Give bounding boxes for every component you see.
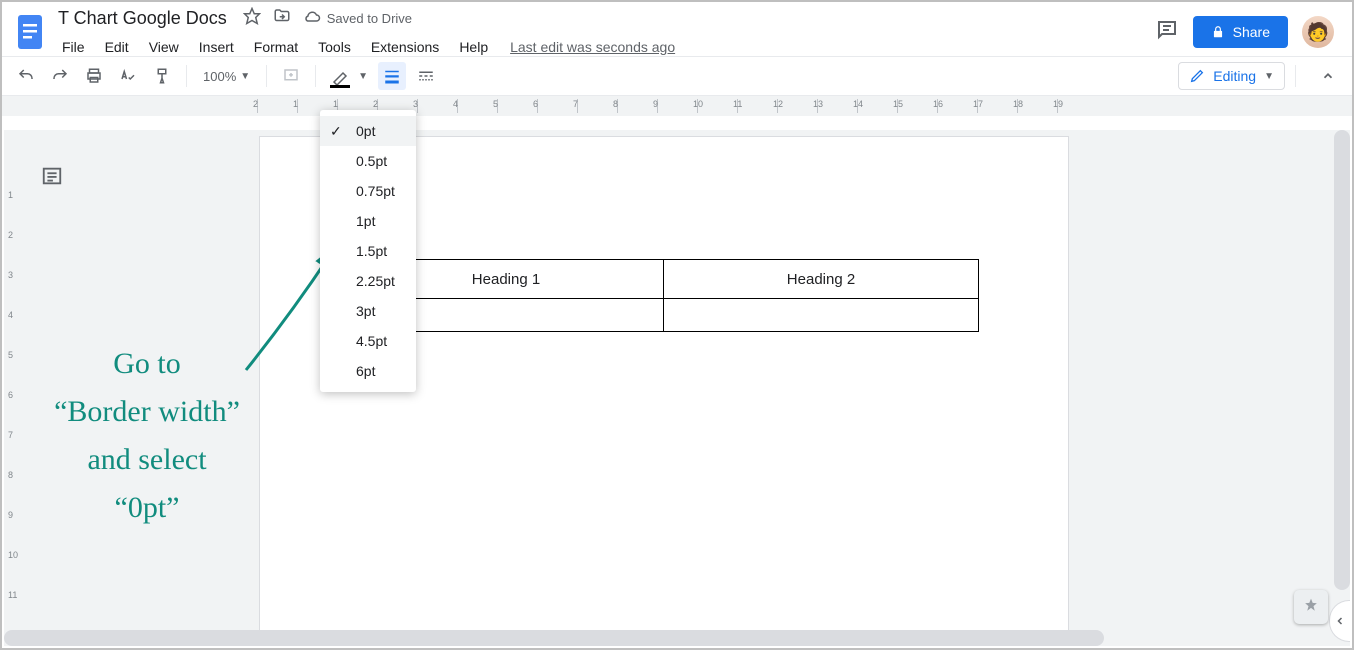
- menu-edit[interactable]: Edit: [97, 35, 137, 59]
- vertical-ruler[interactable]: 123456789101112: [4, 130, 24, 646]
- menu-insert[interactable]: Insert: [191, 35, 242, 59]
- redo-button[interactable]: [46, 62, 74, 90]
- document-area: 123456789101112 Heading 1 Heading 2 Go t…: [4, 130, 1350, 646]
- scrollbar-thumb[interactable]: [4, 630, 1104, 646]
- undo-button[interactable]: [12, 62, 40, 90]
- border-width-button[interactable]: [378, 62, 406, 90]
- comments-icon[interactable]: [1155, 18, 1179, 47]
- menu-format[interactable]: Format: [246, 35, 306, 59]
- menu-help[interactable]: Help: [451, 35, 496, 59]
- separator: [1295, 65, 1296, 87]
- table-row[interactable]: [349, 299, 979, 332]
- menu-view[interactable]: View: [141, 35, 187, 59]
- check-icon: ✓: [330, 123, 342, 140]
- option-label: 0pt: [356, 123, 375, 139]
- mode-switcher[interactable]: Editing ▼: [1178, 62, 1285, 90]
- separator: [186, 65, 187, 87]
- option-label: 2.25pt: [356, 273, 395, 289]
- share-button[interactable]: Share: [1193, 16, 1288, 48]
- document-title[interactable]: T Chart Google Docs: [54, 6, 231, 31]
- mode-label: Editing: [1213, 68, 1256, 84]
- border-width-option[interactable]: 0.75pt: [320, 176, 416, 206]
- outline-toggle-button[interactable]: [38, 162, 66, 190]
- zoom-select[interactable]: 100% ▼: [197, 62, 256, 90]
- menu-tools[interactable]: Tools: [310, 35, 359, 59]
- lock-icon: [1211, 25, 1225, 39]
- cloud-icon: [303, 9, 321, 27]
- move-icon[interactable]: [273, 7, 291, 30]
- border-color-button[interactable]: [326, 62, 354, 90]
- border-width-option[interactable]: 0.5pt: [320, 146, 416, 176]
- option-label: 0.75pt: [356, 183, 395, 199]
- table-cell-heading2[interactable]: Heading 2: [664, 260, 979, 299]
- chevron-down-icon: ▼: [1264, 71, 1274, 82]
- separator: [266, 65, 267, 87]
- border-width-option[interactable]: 2.25pt: [320, 266, 416, 296]
- scrollbar-thumb[interactable]: [1334, 130, 1350, 590]
- chevron-down-icon[interactable]: ▼: [358, 71, 368, 82]
- vertical-scrollbar[interactable]: [1334, 130, 1350, 646]
- save-status[interactable]: Saved to Drive: [303, 9, 412, 27]
- share-label: Share: [1233, 24, 1270, 40]
- explore-button[interactable]: [1294, 590, 1328, 624]
- border-width-option[interactable]: 1.5pt: [320, 236, 416, 266]
- option-label: 6pt: [356, 363, 375, 379]
- annotation-text: Go to “Border width” and select “0pt”: [32, 340, 262, 532]
- menu-bar: File Edit View Insert Format Tools Exten…: [54, 35, 675, 59]
- border-width-option[interactable]: 3pt: [320, 296, 416, 326]
- menu-file[interactable]: File: [54, 35, 93, 59]
- star-icon[interactable]: [243, 7, 261, 30]
- zoom-value: 100%: [203, 69, 236, 84]
- collapse-toolbar-button[interactable]: [1314, 62, 1342, 90]
- toolbar: 100% ▼ ▼ Editing ▼: [2, 56, 1352, 96]
- horizontal-scrollbar[interactable]: [4, 630, 1334, 646]
- print-button[interactable]: [80, 62, 108, 90]
- border-width-option[interactable]: 4.5pt: [320, 326, 416, 356]
- table-cell[interactable]: [664, 299, 979, 332]
- add-comment-button[interactable]: [277, 62, 305, 90]
- save-status-text: Saved to Drive: [327, 11, 412, 26]
- color-indicator: [330, 85, 350, 88]
- table-row[interactable]: Heading 1 Heading 2: [349, 260, 979, 299]
- option-label: 4.5pt: [356, 333, 387, 349]
- docs-logo[interactable]: [10, 12, 50, 52]
- separator: [315, 65, 316, 87]
- pencil-icon: [1189, 68, 1205, 84]
- paint-format-button[interactable]: [148, 62, 176, 90]
- spellcheck-button[interactable]: [114, 62, 142, 90]
- horizontal-ruler[interactable]: 2112345678910111213141516171819: [2, 96, 1352, 116]
- border-width-option[interactable]: 1pt: [320, 206, 416, 236]
- border-dash-button[interactable]: [412, 62, 440, 90]
- option-label: 3pt: [356, 303, 375, 319]
- avatar[interactable]: 🧑: [1302, 16, 1334, 48]
- border-width-dropdown: ✓ 0pt 0.5pt 0.75pt 1pt 1.5pt 2.25pt 3pt 4.5pt 6pt: [320, 110, 416, 392]
- menu-extensions[interactable]: Extensions: [363, 35, 447, 59]
- border-width-option[interactable]: ✓ 0pt: [320, 116, 416, 146]
- table[interactable]: Heading 1 Heading 2: [348, 259, 979, 332]
- option-label: 1pt: [356, 213, 375, 229]
- border-width-option[interactable]: 6pt: [320, 356, 416, 386]
- last-edit-link[interactable]: Last edit was seconds ago: [510, 39, 675, 55]
- chevron-down-icon: ▼: [240, 71, 250, 82]
- option-label: 0.5pt: [356, 153, 387, 169]
- option-label: 1.5pt: [356, 243, 387, 259]
